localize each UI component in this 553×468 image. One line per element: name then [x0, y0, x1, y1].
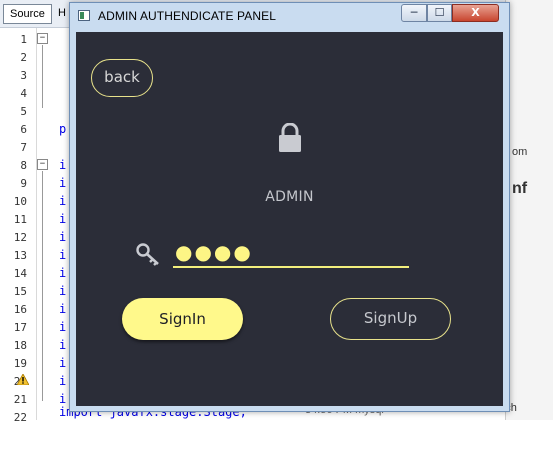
password-field[interactable]: ●●●●	[173, 240, 409, 268]
line-number: 13	[13, 249, 27, 262]
fold-toggle-icon[interactable]: −	[37, 159, 48, 170]
line-number: 14	[13, 267, 27, 280]
line-number: 5	[20, 105, 27, 118]
line-number: 7	[20, 141, 27, 154]
line-number: 17	[13, 321, 27, 334]
warning-icon	[17, 374, 29, 385]
fold-guide	[42, 45, 43, 108]
code-line: i	[59, 284, 67, 298]
history-tab[interactable]: H	[58, 4, 66, 22]
code-line: i	[59, 230, 67, 244]
source-tab[interactable]: Source	[3, 4, 52, 24]
code-line: i	[59, 302, 67, 316]
line-number: 15	[13, 285, 27, 298]
code-line: i	[59, 176, 67, 190]
right-panel-heading: nf	[512, 180, 528, 197]
line-number: 9	[20, 177, 27, 190]
code-line: i	[59, 248, 67, 262]
code-line: i	[59, 374, 67, 388]
admin-auth-window: ADMIN AUTHENDICATE PANEL ─ ☐ X back ADMI…	[69, 2, 510, 412]
code-line: i	[59, 212, 67, 226]
line-number: 8	[20, 159, 27, 172]
close-button[interactable]: X	[452, 4, 499, 22]
code-line: i	[59, 320, 67, 334]
right-side-panel: om nf Status ch	[471, 0, 553, 420]
key-icon	[136, 243, 159, 266]
code-line: i	[59, 194, 67, 208]
line-number: 21	[13, 393, 27, 406]
code-line: i	[59, 266, 67, 280]
code-line: i	[59, 158, 67, 172]
line-number-gutter: 1 2 3 4 5 6 7 8 9 10 11 12 13 14 15 16 1…	[0, 28, 37, 424]
maximize-button[interactable]: ☐	[427, 4, 452, 22]
fold-guide	[42, 171, 43, 401]
signin-button[interactable]: SignIn	[122, 298, 243, 340]
line-number: 18	[13, 339, 27, 352]
window-titlebar[interactable]: ADMIN AUTHENDICATE PANEL ─ ☐ X	[70, 3, 509, 29]
line-number: 1	[20, 33, 27, 46]
line-number: 2	[20, 51, 27, 64]
line-number: 22	[13, 411, 27, 424]
code-line: i	[59, 338, 67, 352]
right-panel-tab[interactable]: om	[512, 146, 527, 158]
line-number: 3	[20, 69, 27, 82]
line-number: 10	[13, 195, 27, 208]
minimize-button[interactable]: ─	[401, 4, 427, 22]
code-line: i	[59, 356, 67, 370]
login-panel: back ADMIN ●●●● SignIn SignUp	[76, 32, 503, 406]
window-title: ADMIN AUTHENDICATE PANEL	[98, 9, 276, 23]
line-number: 12	[13, 231, 27, 244]
back-button[interactable]: back	[91, 59, 153, 97]
fold-toggle-icon[interactable]: −	[37, 33, 48, 44]
app-window-icon	[78, 10, 90, 21]
lock-icon	[279, 123, 301, 152]
line-number: 19	[13, 357, 27, 370]
role-label: ADMIN	[265, 189, 314, 205]
line-number: 6	[20, 123, 27, 136]
line-number: 11	[13, 213, 27, 226]
line-number: 16	[13, 303, 27, 316]
code-line: p	[59, 122, 67, 136]
line-number: 4	[20, 87, 27, 100]
signup-button[interactable]: SignUp	[330, 298, 451, 340]
